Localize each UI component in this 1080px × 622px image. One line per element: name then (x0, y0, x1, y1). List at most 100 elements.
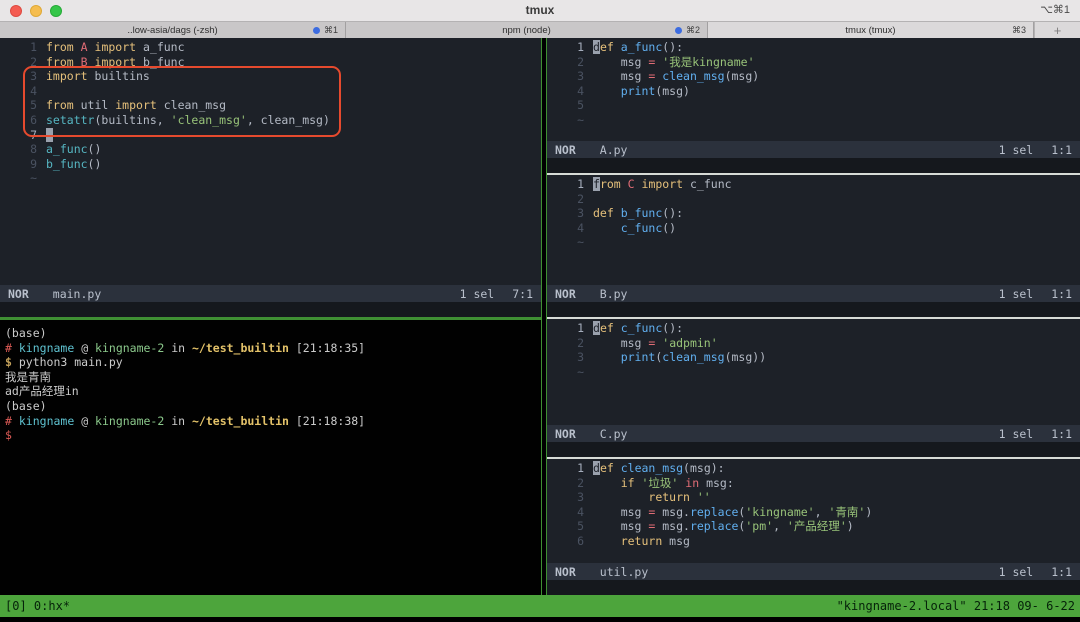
helix-statusline-b: NOR B.py 1 sel 1:1 (547, 285, 1080, 302)
tab-label: npm (node) (502, 25, 551, 36)
tmux-status-bar: [0] 0:hx* "kingname-2.local" 21:18 09- 6… (0, 595, 1080, 617)
helix-statusline-main: NOR main.py 1 sel 7:1 (0, 285, 541, 302)
editor-pane-util[interactable]: 1def clean_msg(msg):2 if '垃圾' in msg:3 r… (547, 459, 1080, 595)
titlebar: tmux ⌥⌘1 (0, 0, 1080, 21)
code-token: msg (593, 55, 648, 69)
code-token: a_func (136, 40, 184, 54)
empty-line-tilde: ~ (547, 235, 593, 250)
right-column: 1def a_func():2 msg = '我是kingname'3 msg … (547, 38, 1080, 595)
code-line: ~ (547, 235, 1080, 250)
code-token: msg. (655, 519, 690, 533)
editor-pane-c[interactable]: 1def c_func():2 msg = 'adpmin'3 print(cl… (547, 319, 1080, 457)
cursor-block: d (593, 321, 600, 335)
line-number: 2 (0, 55, 46, 70)
code-token: ~/test_builtin (192, 414, 289, 428)
code-token: C (628, 177, 635, 191)
code-token: in (164, 414, 192, 428)
code-token: c_func (683, 177, 731, 191)
code-line: $ (0, 428, 541, 443)
code-token: ad产品经理in (5, 384, 79, 398)
code-token: ~/test_builtin (192, 341, 289, 355)
code-area-util: 1def clean_msg(msg):2 if '垃圾' in msg:3 r… (547, 459, 1080, 563)
code-line: 3import builtins (0, 69, 541, 84)
code-token (614, 321, 621, 335)
command-line (547, 302, 1080, 317)
code-token: import (46, 69, 88, 83)
new-tab-button[interactable]: + (1034, 22, 1080, 38)
code-token (12, 341, 19, 355)
code-token: python3 main.py (12, 355, 123, 369)
code-token: [21:18:35] (289, 341, 365, 355)
code-line: ~ (547, 113, 1080, 128)
code-token: b_func (621, 206, 663, 220)
code-line: 2 if '垃圾' in msg: (547, 476, 1080, 491)
close-button[interactable] (10, 5, 22, 17)
code-line: 2 (547, 192, 1080, 207)
code-token: '垃圾' (642, 476, 679, 490)
code-token: (base) (5, 399, 47, 413)
code-token: (msg): (683, 461, 725, 475)
code-token: 'adpmin' (662, 336, 717, 350)
cursor-position: 7:1 (512, 287, 533, 301)
code-token: in (685, 476, 699, 490)
minimize-button[interactable] (30, 5, 42, 17)
line-number: 1 (547, 461, 593, 476)
code-token: kingname (19, 414, 74, 428)
code-token: 'pm' (745, 519, 773, 533)
code-token: import (642, 177, 684, 191)
editor-pane-main[interactable]: 1from A import a_func2from B import b_fu… (0, 38, 541, 317)
code-area-b: 1from C import c_func23def b_func():4 c_… (547, 175, 1080, 285)
tab-npm[interactable]: npm (node) ⌘2 (346, 22, 708, 38)
code-line: 3 print(clean_msg(msg)) (547, 350, 1080, 365)
code-token: B (81, 55, 88, 69)
mode-indicator: NOR (547, 427, 576, 441)
line-number: 8 (0, 142, 46, 157)
code-line: # kingname @ kingname-2 in ~/test_builti… (0, 414, 541, 429)
code-token (74, 40, 81, 54)
file-name: A.py (600, 143, 628, 157)
cursor-block (46, 128, 53, 142)
tmux-host-clock: "kingname-2.local" 21:18 09- 6-22 (837, 599, 1075, 613)
code-token: c_func (621, 221, 663, 235)
command-line (0, 302, 541, 317)
code-token (74, 55, 81, 69)
cursor-position: 1:1 (1051, 143, 1072, 157)
code-token (593, 221, 621, 235)
code-line: 2 msg = 'adpmin' (547, 336, 1080, 351)
tab-bar: ..low-asia/dags (-zsh) ⌘1 npm (node) ⌘2 … (0, 21, 1080, 38)
code-token: () (88, 142, 102, 156)
tab-label: ..low-asia/dags (-zsh) (127, 25, 217, 36)
shell-pane[interactable]: (base)# kingname @ kingname-2 in ~/test_… (0, 320, 541, 595)
cursor-position: 1:1 (1051, 427, 1072, 441)
code-token: b_func (136, 55, 184, 69)
code-token (593, 350, 621, 364)
code-line: ~ (0, 171, 541, 186)
line-number: 4 (0, 84, 46, 99)
window-bottom-edge (0, 617, 1080, 622)
mode-indicator: NOR (0, 287, 29, 301)
code-token: () (88, 157, 102, 171)
code-token: ) (847, 519, 854, 533)
editor-pane-b[interactable]: 1from C import c_func23def b_func():4 c_… (547, 175, 1080, 317)
code-line: 5 (547, 98, 1080, 113)
code-line: 3def b_func(): (547, 206, 1080, 221)
line-number: 7 (0, 128, 46, 143)
tab-zsh[interactable]: ..low-asia/dags (-zsh) ⌘1 (0, 22, 346, 38)
selection-count: 1 sel (999, 565, 1034, 579)
code-token: c_func (621, 321, 663, 335)
mode-indicator: NOR (547, 143, 576, 157)
code-token (593, 534, 621, 548)
editor-pane-a[interactable]: 1def a_func():2 msg = '我是kingname'3 msg … (547, 38, 1080, 173)
code-token: clean_msg (621, 461, 683, 475)
tab-tmux[interactable]: tmux (tmux) ⌘3 (708, 22, 1034, 38)
code-token: def (593, 206, 614, 220)
code-token: '' (697, 490, 711, 504)
code-line: (base) (0, 326, 541, 341)
line-number: 5 (0, 98, 46, 113)
line-number: 6 (0, 113, 46, 128)
line-number: 6 (547, 534, 593, 549)
zoom-button[interactable] (50, 5, 62, 17)
code-token: () (662, 221, 676, 235)
file-name: B.py (600, 287, 628, 301)
code-token: from (46, 55, 74, 69)
